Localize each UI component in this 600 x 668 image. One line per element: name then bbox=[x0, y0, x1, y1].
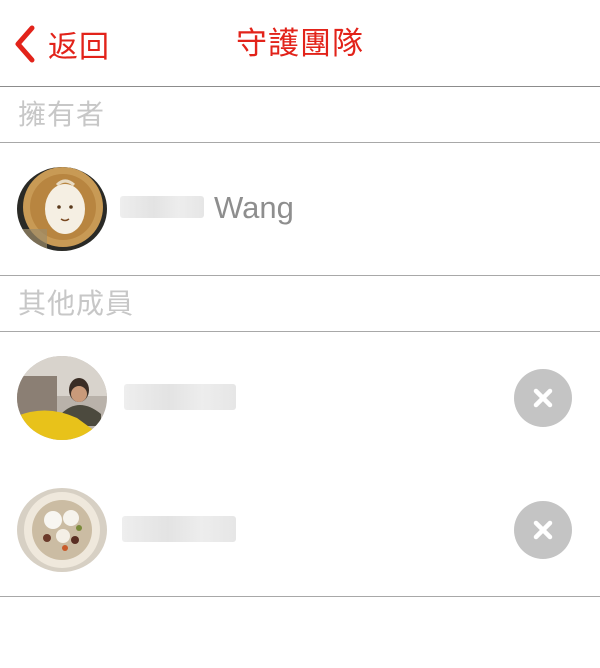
latte-art-avatar bbox=[17, 167, 107, 251]
section-header-owner: 擁有者 bbox=[0, 87, 600, 143]
member-name-redacted bbox=[124, 384, 236, 410]
remove-member-button[interactable] bbox=[514, 369, 572, 427]
nav-bar: 返回 守護團隊 bbox=[0, 0, 600, 87]
person-avatar bbox=[17, 356, 107, 440]
page-title: 守護團隊 bbox=[236, 26, 364, 62]
section-header-members: 其他成員 bbox=[0, 276, 600, 332]
owner-name: Wang bbox=[214, 190, 294, 225]
close-icon bbox=[533, 520, 553, 540]
food-avatar bbox=[17, 488, 107, 572]
member-name-redacted bbox=[122, 516, 236, 542]
member-row[interactable] bbox=[0, 332, 600, 465]
owner-row[interactable]: Wang bbox=[0, 143, 600, 276]
section-header-members-label: 其他成員 bbox=[18, 287, 135, 320]
member-row[interactable] bbox=[0, 464, 600, 597]
remove-member-button[interactable] bbox=[514, 501, 572, 559]
owner-name-redacted bbox=[120, 196, 204, 218]
section-header-owner-label: 擁有者 bbox=[18, 98, 106, 131]
close-icon bbox=[533, 388, 553, 408]
